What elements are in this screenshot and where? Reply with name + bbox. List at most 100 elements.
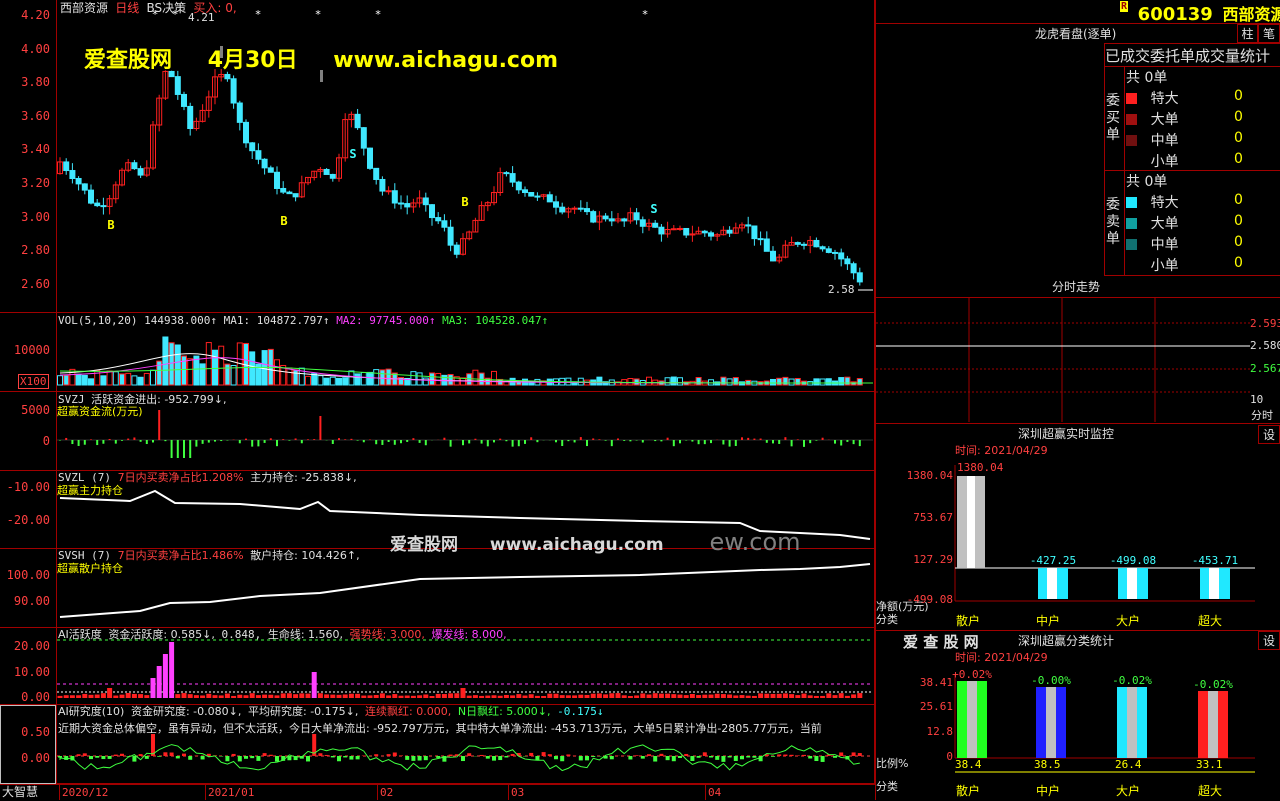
svsh-title: SVSH (7): [58, 549, 111, 562]
classify-title: 深圳超赢分类统计: [1018, 634, 1114, 648]
ai-active-bar: [144, 695, 149, 698]
sell-m-label: 中单: [1151, 237, 1179, 253]
candle-body: [281, 188, 286, 192]
ai-active-bar: [671, 694, 676, 698]
volume-bar: [213, 350, 218, 385]
svzj-bar: [332, 440, 334, 444]
svzj-bar: [90, 439, 92, 440]
volume-bar: [473, 370, 478, 385]
svsh-text: 散户持仓: 104.426↑,: [250, 549, 359, 562]
volume-bar: [64, 375, 69, 385]
ai-active-bar: [826, 693, 831, 698]
buy-signal-b: B: [280, 214, 287, 228]
classify-settings-button[interactable]: 设: [1258, 631, 1280, 650]
date-label-jan: 2021/01: [208, 786, 254, 799]
ai-research-bar: [411, 756, 415, 761]
signal-star: *: [315, 8, 322, 21]
svzj-bar: [140, 440, 142, 442]
volume-bar: [324, 378, 329, 385]
monitor-bar-value: -499.08: [1110, 554, 1156, 567]
ai-active-bar: [318, 693, 323, 698]
svzj-bar: [171, 440, 173, 458]
svzj-bar: [319, 416, 321, 440]
watermark-date: 4月30日: [208, 48, 298, 73]
volume-bar: [795, 378, 800, 385]
price-axis-label: 3.20: [4, 176, 50, 190]
ai-research-bar: [721, 756, 725, 762]
candle-body: [132, 163, 137, 169]
date-label-mar: 03: [511, 786, 524, 799]
price-axis-label: 3.40: [4, 142, 50, 156]
ai-research-bar: [647, 754, 651, 756]
candle-body: [95, 203, 100, 206]
ai-research-bar: [337, 756, 341, 761]
svzj-bar: [400, 440, 402, 443]
svzj-bar: [760, 439, 762, 440]
svzj-bar: [710, 440, 712, 443]
svzj-bar: [791, 440, 793, 446]
svzj-bar: [245, 439, 247, 440]
monitor-bar-retail-shine: [967, 476, 975, 568]
ai-research-bar: [498, 756, 502, 760]
ai-active-bar: [188, 694, 193, 698]
buy-signal-b: B: [107, 218, 114, 232]
period-label[interactable]: 日线: [115, 1, 139, 15]
ai-active-bar: [795, 695, 800, 698]
lhb-divider: [1104, 43, 1280, 44]
candle-body: [504, 173, 509, 174]
tab-tick[interactable]: 笔: [1258, 24, 1280, 43]
buy-side-label: 委买单: [1106, 93, 1122, 144]
ai-research-bar: [734, 756, 738, 761]
candle-body: [523, 190, 528, 193]
svzj-bar: [468, 440, 470, 443]
date-tick-feb: [377, 785, 378, 800]
svzj-bar: [605, 440, 607, 441]
ai-active-bar: [554, 694, 559, 698]
volume-bar: [58, 376, 63, 385]
ai-research-bar: [740, 756, 744, 759]
sell-group: 委卖单 共 0单 特大 0 大单 0 中单 0 小单 0: [1104, 171, 1280, 276]
volume-bar: [194, 356, 199, 385]
volume-bar: [386, 369, 391, 385]
svzj-bar: [574, 440, 576, 442]
volume-bar: [857, 379, 862, 385]
sell-signal-s: S: [650, 202, 657, 216]
candle-body: [76, 178, 81, 183]
buy-row-m: 中单 0: [1126, 130, 1276, 150]
tab-bar[interactable]: 柱: [1237, 24, 1258, 43]
buy-l-label: 大单: [1151, 112, 1179, 128]
candle-body: [851, 264, 856, 273]
indicator-name[interactable]: BS决策: [147, 1, 187, 15]
svzj-bar: [71, 440, 73, 444]
candle-body: [814, 240, 819, 246]
svzj-bar: [239, 440, 241, 443]
candle-body: [529, 193, 534, 197]
ai-research-bar: [114, 755, 118, 756]
ai-active-bar: [461, 688, 466, 698]
svsh-axis-90: 90.00: [4, 594, 50, 608]
classify-axis-label: 25.61: [920, 700, 953, 713]
volume-bar: [70, 369, 75, 385]
candle-body: [448, 227, 453, 245]
ai-active-bar: [324, 694, 329, 698]
monitor-xlabel: 分类: [876, 613, 898, 626]
volume-bar: [349, 371, 354, 385]
ai-research-bar: [548, 754, 552, 756]
svzj-bar: [189, 440, 191, 458]
svzj-bar: [65, 438, 67, 440]
svzj-bar: [363, 440, 365, 442]
ai-research-bar: [802, 755, 806, 756]
classify-ylabel: 比例%: [876, 757, 908, 770]
ai-active-bar: [727, 695, 732, 698]
ai-research-bar: [709, 756, 713, 758]
candle-body: [826, 249, 831, 253]
svzj-bar: [164, 440, 166, 441]
monitor-settings-button[interactable]: 设: [1258, 425, 1280, 444]
fenshi-chart[interactable]: [876, 298, 1250, 422]
corner-box: [0, 705, 56, 784]
ai-active-bar: [343, 694, 348, 698]
svzj-bar: [809, 440, 811, 443]
sell-xl-swatch: [1126, 197, 1137, 208]
ai-active-bar: [268, 695, 273, 698]
candle-body: [833, 252, 838, 253]
